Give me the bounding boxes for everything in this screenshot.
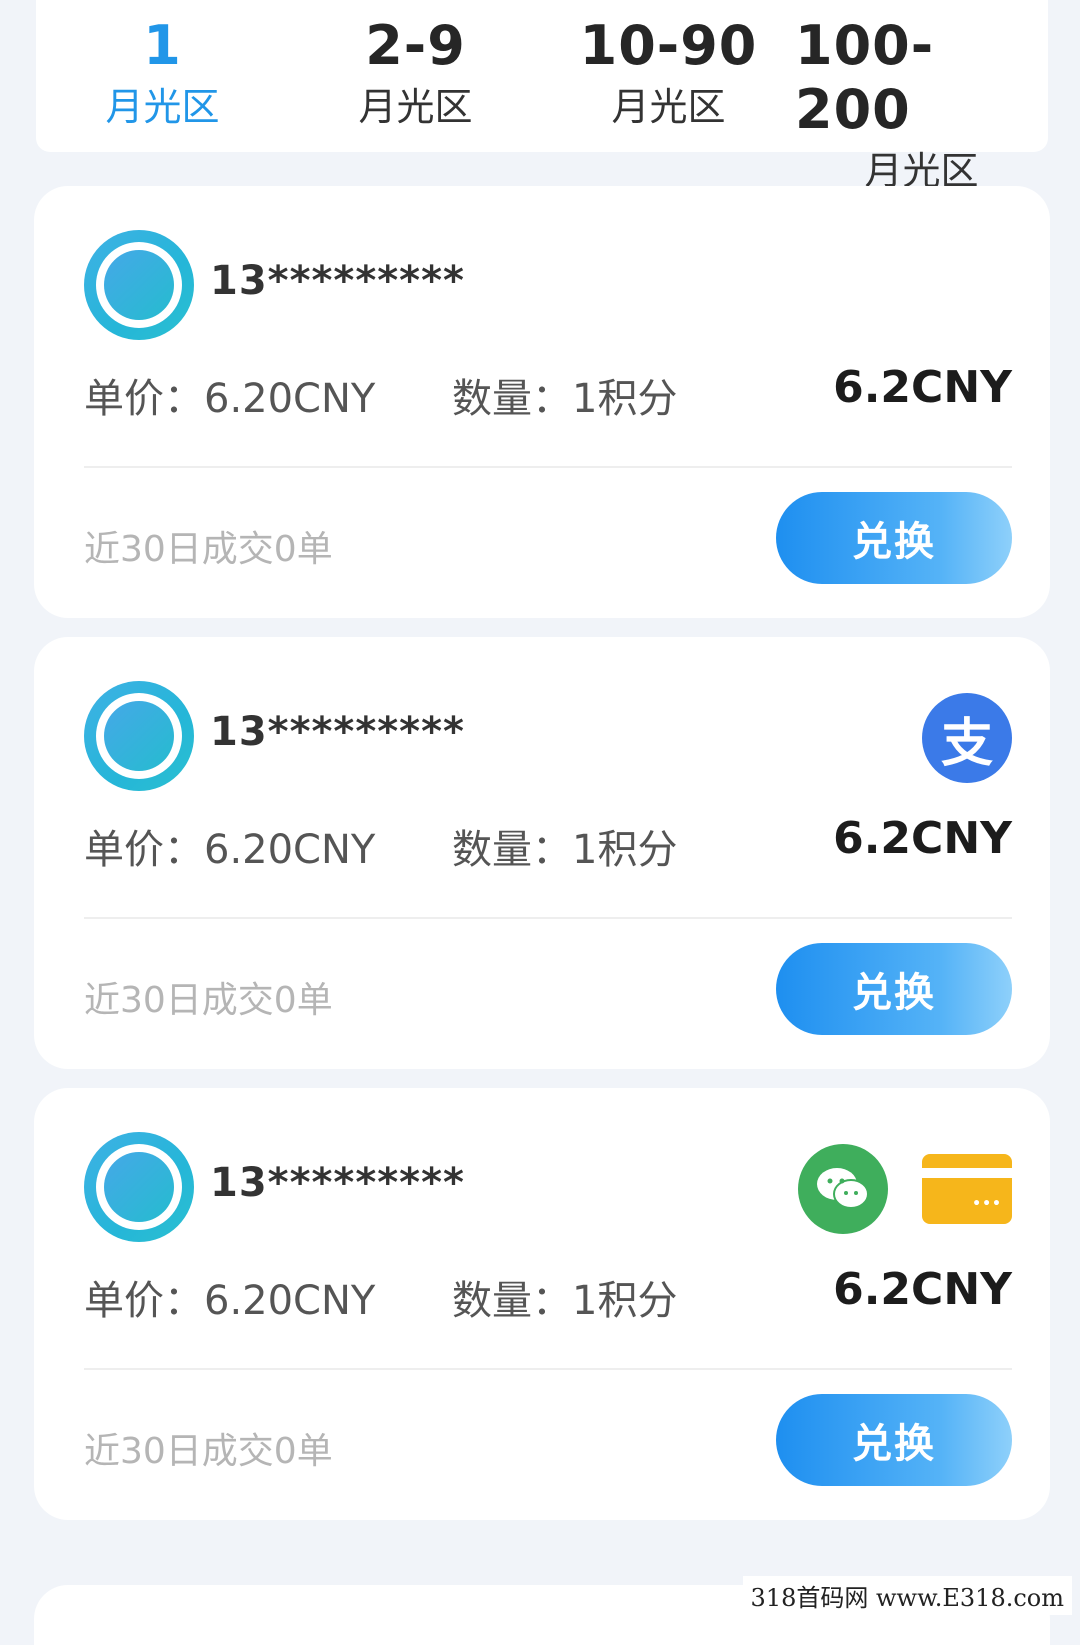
tab-label: 月光区	[358, 85, 473, 129]
recent-deals: 近30日成交0单	[84, 529, 333, 570]
quantity: 数量：1积分	[452, 376, 678, 422]
listing-card: 13********* 支 单价：6.20CNY 数量：1积分 6.2CNY 近…	[34, 637, 1050, 1069]
recent-deals: 近30日成交0单	[84, 1431, 333, 1472]
unit-price: 单价：6.20CNY	[84, 1278, 376, 1324]
total-price: 6.2CNY	[833, 362, 1012, 413]
total-price: 6.2CNY	[833, 813, 1012, 864]
price-range-tabs: 1 月光区 2-9 月光区 10-90 月光区 100-200 月光区	[36, 0, 1048, 193]
recent-deals: 近30日成交0单	[84, 980, 333, 1021]
listing-card: 13********* 单价：6.20CNY 数量：1积分 6.2CNY 近30…	[34, 186, 1050, 618]
tab-range: 100-200	[795, 14, 935, 141]
seller-phone: 13*********	[210, 258, 465, 304]
seller-avatar-icon	[84, 1132, 194, 1242]
exchange-button[interactable]: 兑换	[776, 492, 1012, 584]
listing-card: 13********* ••• 单价：6.20CNY 数量：1积分 6.2CNY…	[34, 1088, 1050, 1520]
quantity: 数量：1积分	[452, 827, 678, 873]
seller-phone: 13*********	[210, 1160, 465, 1206]
unit-price: 单价：6.20CNY	[84, 376, 376, 422]
seller-phone: 13*********	[210, 709, 465, 755]
divider	[84, 1368, 1012, 1370]
divider	[84, 917, 1012, 919]
total-price: 6.2CNY	[833, 1264, 1012, 1315]
tab-label: 月光区	[105, 85, 220, 129]
unit-price: 单价：6.20CNY	[84, 827, 376, 873]
tab-1[interactable]: 1 月光区	[36, 0, 289, 152]
alipay-icon: 支	[922, 693, 1012, 783]
tab-range: 1	[143, 14, 182, 77]
tab-label: 月光区	[611, 85, 726, 129]
tab-2-9[interactable]: 2-9 月光区	[289, 0, 542, 152]
tab-100-200[interactable]: 100-200 月光区	[795, 0, 1048, 193]
tab-range: 10-90	[579, 14, 758, 77]
tab-range: 2-9	[365, 14, 466, 77]
wechat-icon	[798, 1144, 888, 1234]
bank-card-icon: •••	[922, 1154, 1012, 1224]
seller-avatar-icon	[84, 230, 194, 340]
exchange-button[interactable]: 兑换	[776, 1394, 1012, 1486]
watermark: 318首码网 www.E318.com	[742, 1576, 1072, 1615]
quantity: 数量：1积分	[452, 1278, 678, 1324]
divider	[84, 466, 1012, 468]
tab-10-90[interactable]: 10-90 月光区	[542, 0, 795, 152]
exchange-button[interactable]: 兑换	[776, 943, 1012, 1035]
seller-avatar-icon	[84, 681, 194, 791]
